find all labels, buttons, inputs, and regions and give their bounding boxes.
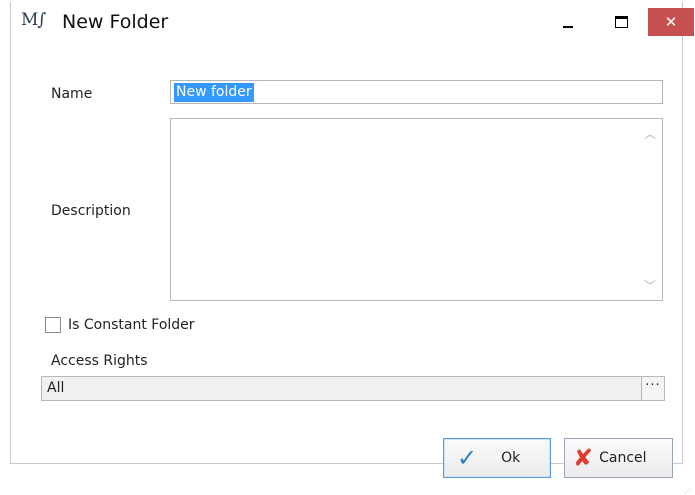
name-input[interactable]: New folder [170, 80, 663, 104]
name-label: Name [51, 86, 93, 102]
ellipsis-icon: ··· [645, 378, 661, 393]
scroll-down-icon[interactable]: ﹀ [644, 277, 656, 294]
access-rights-browse-button[interactable]: ··· [641, 377, 664, 400]
is-constant-folder-label: Is Constant Folder [68, 317, 195, 333]
red-x-icon: ✘ [573, 444, 594, 472]
close-button[interactable]: ✕ [648, 8, 694, 36]
ok-button-label: Ok [501, 450, 521, 466]
scroll-up-icon[interactable]: ︿ [644, 125, 656, 142]
ok-button[interactable]: ✓ Ok [443, 438, 551, 478]
access-rights-label: Access Rights [51, 353, 148, 369]
access-rights-value: All [47, 380, 65, 396]
close-icon: ✕ [664, 13, 678, 31]
maximize-button[interactable] [601, 2, 641, 42]
name-input-value: New folder [174, 83, 254, 102]
access-rights-field[interactable]: All ··· [41, 376, 665, 401]
check-icon: ✓ [457, 444, 478, 472]
maximize-icon [614, 16, 628, 28]
minimize-icon [563, 25, 573, 28]
window-title: New Folder [62, 11, 169, 33]
resize-grip-icon[interactable]: ⋰ [684, 486, 692, 495]
description-label: Description [51, 203, 131, 219]
app-logo: M∫ [21, 10, 46, 30]
description-textarea[interactable]: ︿ ﹀ [170, 118, 663, 301]
is-constant-folder-checkbox[interactable] [45, 317, 61, 333]
title-bar[interactable]: M∫ New Folder ✕ [11, 2, 694, 42]
cancel-button-label: Cancel [599, 450, 647, 466]
minimize-button[interactable] [548, 2, 588, 42]
cancel-button[interactable]: ✘ Cancel [564, 438, 673, 478]
